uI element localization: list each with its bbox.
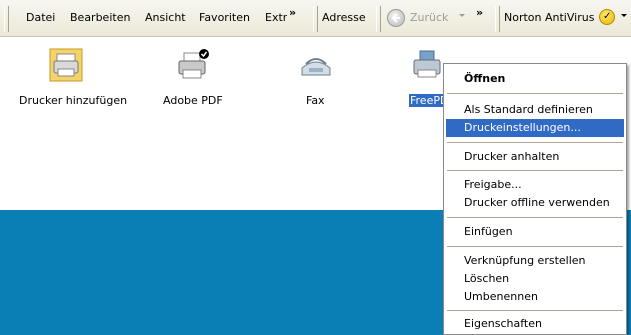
menu-item-eigenschaften[interactable]: Eigenschaften [446, 315, 624, 333]
menu-item-umbenennen[interactable]: Umbenennen [446, 288, 624, 306]
menu-favoriten[interactable]: Favoriten [199, 11, 250, 24]
toolbar-grip[interactable] [495, 6, 500, 32]
icon-label: Fax [306, 94, 325, 107]
chevron-more-icon[interactable]: » [289, 6, 296, 19]
menu-bearbeiten[interactable]: Bearbeiten [70, 11, 130, 24]
menu-item-drucker-anhalten[interactable]: Drucker anhalten [446, 148, 624, 166]
norton-icon[interactable]: ✓ [599, 9, 615, 25]
menu-datei[interactable]: Datei [26, 11, 55, 24]
menu-item-druckeinstellungen[interactable]: Druckeinstellungen... [446, 119, 624, 137]
menu-separator [447, 142, 623, 143]
toolbar-grip[interactable] [376, 6, 381, 32]
chevron-down-icon[interactable] [459, 14, 465, 17]
toolbar: Datei Bearbeiten Ansicht Favoriten Extr … [0, 0, 631, 37]
menu-item-oeffnen[interactable]: Öffnen [446, 70, 624, 88]
chevron-more-icon[interactable]: » [476, 6, 483, 19]
printer-icon [410, 48, 444, 82]
fax-icon [299, 48, 333, 82]
menu-item-drucker-offline-verwenden[interactable]: Drucker offline verwenden [446, 194, 624, 212]
menu-item-als-standard-definieren[interactable]: Als Standard definieren [446, 101, 624, 119]
menu-separator [447, 93, 623, 94]
icon-label: Adobe PDF [163, 94, 223, 107]
address-label[interactable]: Adresse [322, 11, 366, 24]
toolbar-grip[interactable] [313, 6, 318, 32]
chevron-down-icon[interactable] [621, 14, 627, 17]
norton-antivirus-button[interactable]: Norton AntiVirus [504, 11, 594, 24]
icon-label: FreePD [409, 94, 443, 107]
icon-label: Drucker hinzufügen [19, 94, 128, 107]
menu-item-einfuegen[interactable]: Einfügen [446, 223, 624, 241]
menu-item-freigabe[interactable]: Freigabe... [446, 176, 624, 194]
menu-separator [447, 246, 623, 247]
menu-extras[interactable]: Extr [265, 11, 287, 24]
printer-icon [176, 48, 210, 82]
menu-item-loeschen[interactable]: Löschen [446, 270, 624, 288]
back-button[interactable]: Zurück [410, 11, 448, 24]
menu-separator [447, 170, 623, 171]
context-menu: Öffnen Als Standard definieren Druckeins… [443, 63, 627, 335]
menu-ansicht[interactable]: Ansicht [145, 11, 186, 24]
menu-item-verknuepfung-erstellen[interactable]: Verknüpfung erstellen [446, 252, 624, 270]
toolbar-grip[interactable] [4, 6, 9, 32]
menu-separator [447, 310, 623, 311]
add-printer-icon [49, 48, 83, 82]
menu-separator [447, 217, 623, 218]
back-arrow-icon[interactable] [387, 9, 405, 27]
